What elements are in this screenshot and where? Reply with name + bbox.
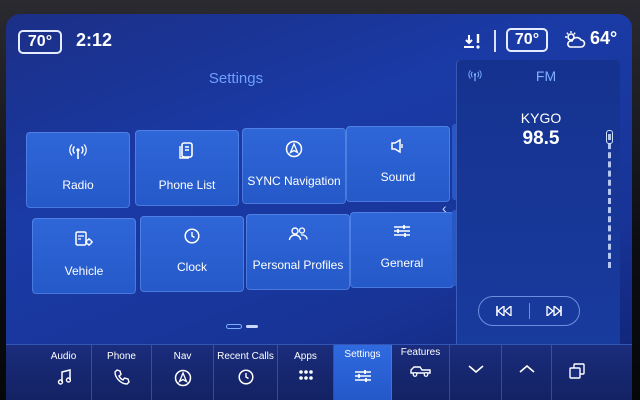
navigation-arrow-icon [174, 369, 191, 387]
panel-scroll-thumb[interactable] [606, 130, 613, 144]
download-alert-icon[interactable] [462, 31, 484, 53]
sync-screen: 70° 2:12 70° 64° Settings Radio Phone Li… [6, 14, 632, 400]
nav-features[interactable]: Features [392, 345, 450, 400]
apps-grid-icon [298, 370, 313, 380]
status-divider [494, 30, 496, 52]
recent-clock-icon [237, 369, 254, 385]
music-note-icon [57, 369, 71, 385]
nav-recent-calls[interactable]: Recent Calls [214, 345, 278, 400]
tile-phone-list[interactable]: Phone List [135, 130, 239, 206]
tile-label: Radio [62, 178, 94, 192]
phone-list-icon [179, 142, 193, 159]
skip-back-icon [495, 306, 512, 316]
nav-multitask[interactable] [552, 345, 602, 400]
nav-label: Phone [107, 351, 136, 362]
nav-label: Audio [50, 351, 77, 362]
clock-icon [184, 228, 200, 244]
page-dot[interactable] [246, 325, 258, 328]
skip-forward-icon [546, 306, 563, 316]
tile-vehicle[interactable]: Vehicle [32, 218, 136, 294]
tile-label: Clock [176, 260, 207, 274]
nav-apps[interactable]: Apps [278, 345, 334, 400]
nav-label: Features [400, 347, 441, 358]
nav-label: Settings [344, 349, 381, 360]
status-bar: 70° 2:12 70° 64° [6, 14, 632, 62]
tile-label: Vehicle [64, 264, 104, 278]
nav-settings[interactable]: Settings [334, 345, 392, 400]
tile-general[interactable]: General [350, 212, 454, 288]
chevron-down-icon [467, 365, 484, 373]
page-dot-active[interactable] [226, 324, 242, 329]
seek-forward-button[interactable] [530, 297, 580, 325]
tile-sync-navigation[interactable]: SYNC Navigation [242, 128, 346, 204]
radio-band: FM [535, 68, 557, 84]
nav-nav[interactable]: Nav [152, 345, 214, 400]
chevron-up-icon [518, 365, 535, 373]
nav-label: Apps [294, 351, 317, 362]
navigation-arrow-icon [285, 140, 303, 158]
tile-label: Sound [380, 170, 416, 184]
seek-back-button[interactable] [479, 297, 529, 325]
seek-controls [478, 296, 580, 326]
tile-sound[interactable]: Sound [346, 126, 450, 202]
layers-icon [569, 363, 585, 379]
tile-label: General [380, 256, 424, 270]
tile-label: Personal Profiles [252, 258, 344, 272]
partly-cloudy-icon [565, 31, 586, 48]
nav-audio[interactable]: Audio [36, 345, 92, 400]
speaker-icon [391, 138, 403, 154]
outside-temp: 64° [590, 28, 618, 48]
sliders-icon [394, 225, 410, 237]
radio-antenna-icon [468, 70, 482, 82]
phone-icon [113, 369, 130, 385]
sliders-icon [354, 370, 371, 382]
driver-temp-button[interactable]: 70° [18, 30, 62, 54]
tile-label: Phone List [158, 178, 216, 192]
profiles-icon [288, 227, 308, 241]
station-frequency: 98.5 [522, 128, 560, 149]
radio-side-panel: FM KYGO 98.5 [456, 60, 620, 348]
panel-scrollbar[interactable] [608, 134, 611, 268]
station-name: KYGO [520, 110, 562, 126]
tile-radio[interactable]: Radio [26, 132, 130, 208]
nav-phone[interactable]: Phone [92, 345, 152, 400]
chevron-left-icon[interactable]: ‹ [442, 200, 447, 216]
nav-collapse-down[interactable] [450, 345, 502, 400]
tile-clock[interactable]: Clock [140, 216, 244, 292]
tile-label: SYNC Navigation [247, 174, 341, 188]
vehicle-settings-icon [75, 231, 93, 246]
clock-display: 2:12 [76, 30, 113, 50]
nav-label: Recent Calls [217, 351, 274, 362]
nav-label: Nav [173, 351, 192, 362]
nav-expand-up[interactable] [502, 345, 552, 400]
page-title: Settings [208, 70, 264, 87]
tile-personal-profiles[interactable]: Personal Profiles [246, 214, 350, 290]
bottom-nav-bar: Audio Phone Nav Recent Calls Apps Settin… [6, 344, 632, 400]
truck-icon [409, 366, 431, 377]
radio-antenna-icon [69, 144, 87, 159]
passenger-temp-button[interactable]: 70° [506, 28, 548, 52]
